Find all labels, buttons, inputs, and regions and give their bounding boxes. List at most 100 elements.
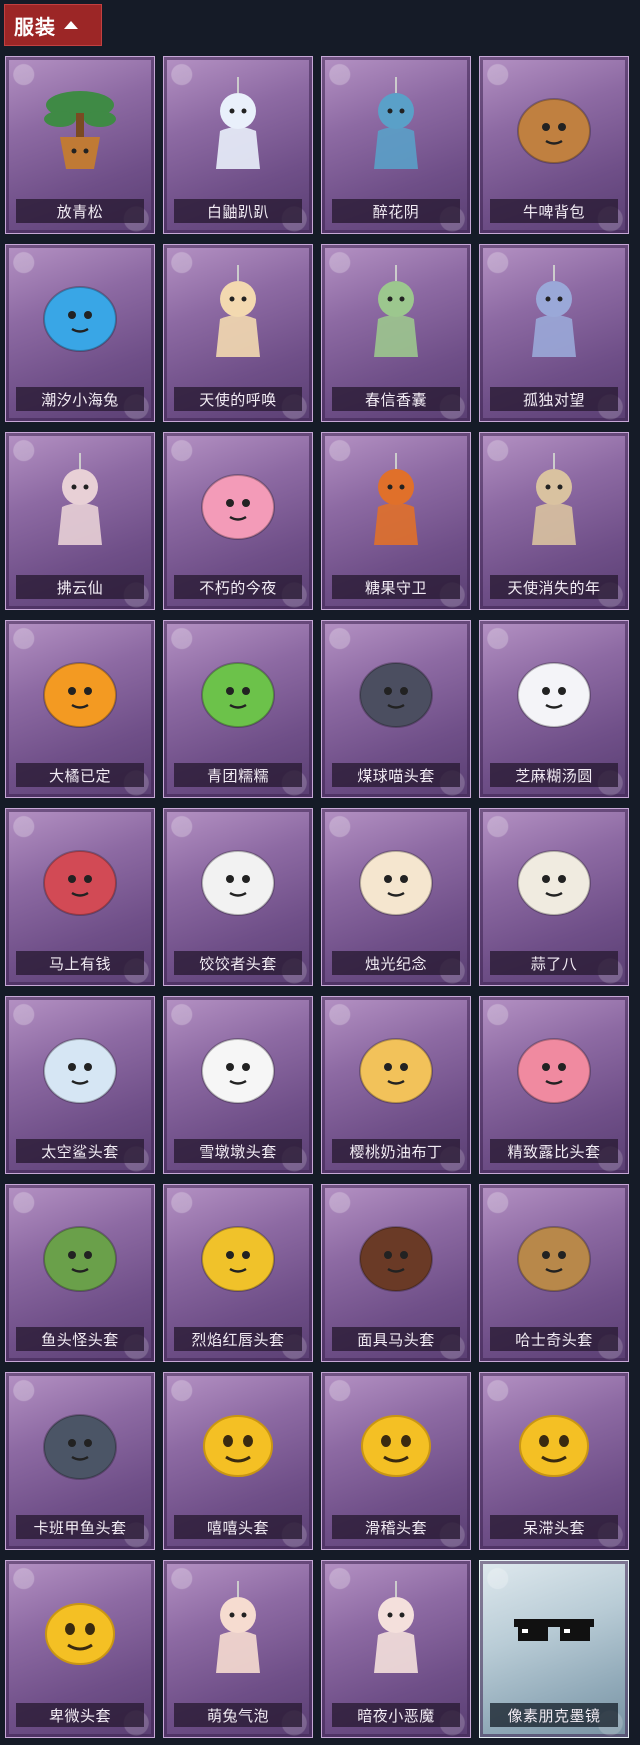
outfit-card[interactable]: 放青松 [5, 56, 155, 234]
outfit-tab-label: 服装 [14, 14, 56, 39]
outfit-card-label: 天使的呼唤 [174, 387, 302, 411]
rice-ball-icon [504, 639, 604, 739]
outfit-card-label: 放青松 [16, 199, 144, 223]
pink-beaver-head-icon [504, 1015, 604, 1115]
outfit-card-label: 哈士奇头套 [490, 1327, 618, 1351]
outfit-card-label: 不朽的今夜 [174, 575, 302, 599]
garlic-head-icon [504, 827, 604, 927]
shark-head-icon [30, 1015, 130, 1115]
outfit-card[interactable]: 青团糯糯 [163, 620, 313, 798]
snowman-head-icon [188, 1015, 288, 1115]
outfit-card[interactable]: 拂云仙 [5, 432, 155, 610]
outfit-card-label: 孤独对望 [490, 387, 618, 411]
outfit-card-label: 卡班甲鱼头套 [16, 1515, 144, 1539]
outfit-card[interactable]: 芝麻糊汤圆 [479, 620, 629, 798]
pixel-sunglasses-icon [504, 1579, 604, 1679]
outfit-card-label: 烈焰红唇头套 [174, 1327, 302, 1351]
outfit-card[interactable]: 蒜了八 [479, 808, 629, 986]
outfit-card[interactable]: 樱桃奶油布丁 [321, 996, 471, 1174]
outfit-card-label: 雪墩墩头套 [174, 1139, 302, 1163]
outfit-card-label: 醉花阴 [332, 199, 460, 223]
outfit-card-label: 蒜了八 [490, 951, 618, 975]
dog-head-icon [504, 1203, 604, 1303]
pink-fox-bowl-icon [188, 451, 288, 551]
outfit-card[interactable]: 太空鲨头套 [5, 996, 155, 1174]
outfit-card[interactable]: 不朽的今夜 [163, 432, 313, 610]
outfit-card-label: 面具马头套 [332, 1327, 460, 1351]
outfit-card[interactable]: 萌兔气泡 [163, 1560, 313, 1738]
outfit-card[interactable]: 孤独对望 [479, 244, 629, 422]
outfit-card[interactable]: 白鼬趴趴 [163, 56, 313, 234]
outfit-card-label: 天使消失的年 [490, 575, 618, 599]
pudding-head-icon [346, 1015, 446, 1115]
outfit-card-label: 白鼬趴趴 [174, 199, 302, 223]
outfit-card[interactable]: 醉花阴 [321, 56, 471, 234]
devil-figure-icon [346, 1579, 446, 1679]
outfit-card-label: 牛啤背包 [490, 199, 618, 223]
dumpling-head-icon [188, 827, 288, 927]
outfit-card-label: 饺饺者头套 [174, 951, 302, 975]
outfit-card-label: 萌兔气泡 [174, 1703, 302, 1727]
outfit-card[interactable]: 鱼头怪头套 [5, 1184, 155, 1362]
white-weasel-icon [188, 75, 288, 175]
outfit-card-label: 拂云仙 [16, 575, 144, 599]
humble-emoji-icon [30, 1579, 130, 1679]
outfit-card[interactable]: 卡班甲鱼头套 [5, 1372, 155, 1550]
outfit-card[interactable]: 卑微头套 [5, 1560, 155, 1738]
outfit-card[interactable]: 春信香囊 [321, 244, 471, 422]
outfit-card[interactable]: 像素朋克墨镜 [479, 1560, 629, 1738]
outfit-card-label: 芝麻糊汤圆 [490, 763, 618, 787]
pumpkin-charm-icon [346, 451, 446, 551]
outfit-card-label: 嘻嘻头套 [174, 1515, 302, 1539]
outfit-card[interactable]: 哈士奇头套 [479, 1184, 629, 1362]
red-horse-head-icon [30, 827, 130, 927]
candle-head-icon [346, 827, 446, 927]
outfit-card[interactable]: 精致露比头套 [479, 996, 629, 1174]
outfit-card[interactable]: 天使的呼唤 [163, 244, 313, 422]
outfit-card[interactable]: 滑稽头套 [321, 1372, 471, 1550]
smirk-emoji-icon [346, 1391, 446, 1491]
outfit-card-label: 鱼头怪头套 [16, 1327, 144, 1351]
outfit-card[interactable]: 马上有钱 [5, 808, 155, 986]
outfit-card[interactable]: 煤球喵头套 [321, 620, 471, 798]
scent-pouch-icon [346, 263, 446, 363]
fairy-charm-icon [30, 451, 130, 551]
outfit-card[interactable]: 大橘已定 [5, 620, 155, 798]
outfit-card[interactable]: 嘻嘻头套 [163, 1372, 313, 1550]
outfit-card-label: 像素朋克墨镜 [490, 1703, 618, 1727]
outfit-card[interactable]: 潮汐小海兔 [5, 244, 155, 422]
yellow-mouse-head-icon [188, 1203, 288, 1303]
green-mochi-icon [188, 639, 288, 739]
chevron-up-icon [64, 21, 78, 29]
outfit-card[interactable]: 牛啤背包 [479, 56, 629, 234]
outfit-tab[interactable]: 服装 [4, 4, 102, 46]
outfit-card[interactable]: 烈焰红唇头套 [163, 1184, 313, 1362]
outfit-card-label: 樱桃奶油布丁 [332, 1139, 460, 1163]
outfit-card[interactable]: 暗夜小恶魔 [321, 1560, 471, 1738]
outfit-card-label: 大橘已定 [16, 763, 144, 787]
outfit-card[interactable]: 饺饺者头套 [163, 808, 313, 986]
outfit-card-label: 潮汐小海兔 [16, 387, 144, 411]
outfit-card[interactable]: 呆滞头套 [479, 1372, 629, 1550]
whale-head-icon [30, 1391, 130, 1491]
charm-figure-icon [504, 263, 604, 363]
outfit-card[interactable]: 烛光纪念 [321, 808, 471, 986]
outfit-card[interactable]: 天使消失的年 [479, 432, 629, 610]
outfit-card-label: 马上有钱 [16, 951, 144, 975]
outfit-card-label: 卑微头套 [16, 1703, 144, 1727]
outfit-card-label: 烛光纪念 [332, 951, 460, 975]
angel-girl-icon [504, 451, 604, 551]
outfit-card-label: 糖果守卫 [332, 575, 460, 599]
horse-mask-icon [346, 1203, 446, 1303]
outfit-card-label: 太空鲨头套 [16, 1139, 144, 1163]
outfit-card-label: 呆滞头套 [490, 1515, 618, 1539]
dreamcatcher-icon [346, 75, 446, 175]
outfit-card[interactable]: 雪墩墩头套 [163, 996, 313, 1174]
outfit-card[interactable]: 糖果守卫 [321, 432, 471, 610]
outfit-card-label: 春信香囊 [332, 387, 460, 411]
outfit-card-label: 滑稽头套 [332, 1515, 460, 1539]
black-cat-head-icon [346, 639, 446, 739]
outfit-card[interactable]: 面具马头套 [321, 1184, 471, 1362]
outfit-card-label: 青团糯糯 [174, 763, 302, 787]
grin-emoji-icon [188, 1391, 288, 1491]
